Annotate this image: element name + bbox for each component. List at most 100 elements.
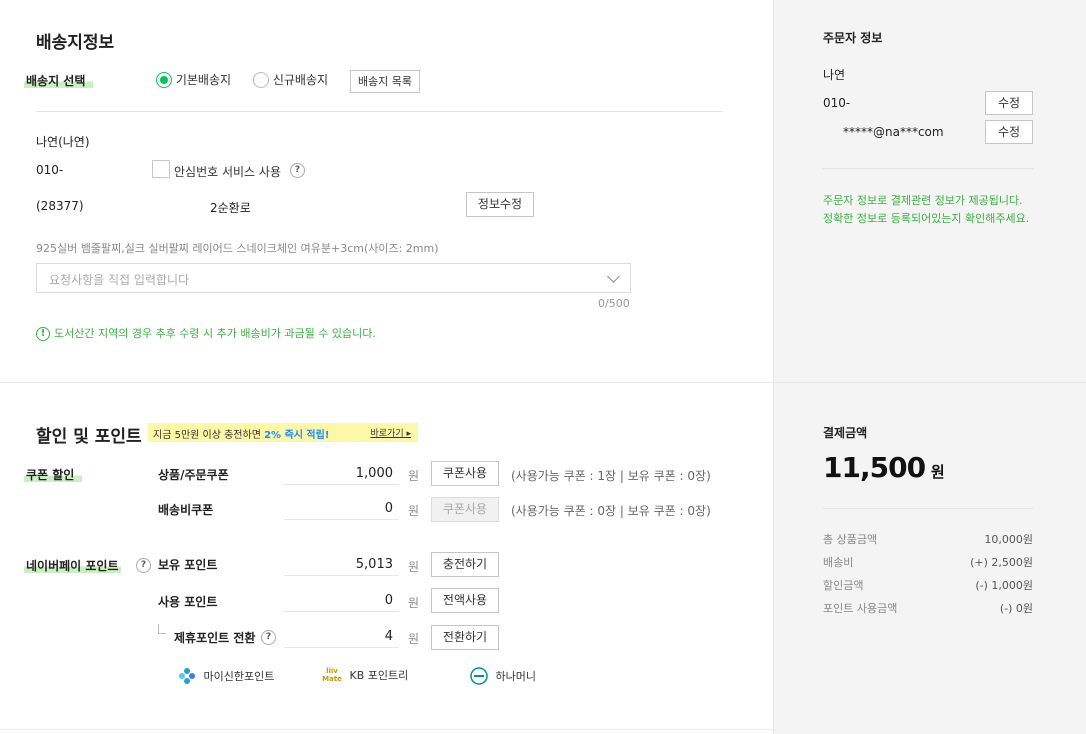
radio-new-icon[interactable] — [253, 71, 269, 88]
npay-label: 네이버페이 포인트 — [24, 559, 121, 573]
shipping-title: 배송지정보 — [36, 33, 115, 53]
partner-shinhan-label: 마이신한포인트 — [203, 670, 275, 683]
orderer-name: 나연 — [823, 68, 846, 82]
charge-points-button[interactable]: 충전하기 — [431, 552, 499, 577]
payment-row-label: 총 상품금액 — [823, 533, 878, 546]
delivery-request-select[interactable]: 요청사항을 직접 입력합니다 — [36, 263, 631, 293]
promo-percent: 2% 즉시 적립! — [264, 430, 330, 441]
kb-logo-icon: liiv Mate — [322, 667, 342, 683]
product-coupon-info: (사용가능 쿠폰 : 1장 | 보유 쿠폰 : 0장) — [511, 469, 711, 483]
held-points-label: 보유 포인트 — [158, 558, 218, 572]
use-all-points-button[interactable]: 전액사용 — [431, 588, 499, 613]
char-count: 0/500 — [598, 297, 630, 310]
won-unit: 원 — [408, 596, 420, 610]
partner-hana-label: 하나머니 — [495, 670, 536, 683]
payment-row-label: 포인트 사용금액 — [823, 602, 898, 615]
payment-row-value: (+) 2,500원 — [970, 556, 1033, 569]
held-points-value: 5,013 — [284, 554, 399, 576]
safe-number-checkbox[interactable] — [152, 160, 170, 178]
radio-default-label: 기본배송지 — [175, 73, 232, 87]
payment-row-value: 10,000원 — [984, 533, 1033, 546]
orderer-title: 주문자 정보 — [823, 31, 883, 45]
discount-title: 할인 및 포인트 — [36, 427, 142, 447]
orderer-note: 주문자 정보로 결제관련 정보가 제공됩니다. 정확한 정보로 등록되어있는지 … — [823, 192, 1029, 228]
shipping-select-label-text: 배송지 선택 — [24, 74, 94, 88]
orderer-email-text: *****@na***com — [843, 125, 944, 139]
orderer-phone-edit-button[interactable]: 수정 — [985, 91, 1033, 115]
payment-row-label: 할인금액 — [823, 579, 864, 592]
won-unit: 원 — [408, 469, 420, 483]
coupon-section-label: 쿠폰 할인 — [24, 466, 83, 483]
partner-points-value: 4 — [284, 626, 399, 648]
side-divider — [774, 382, 1086, 383]
partner-hana[interactable]: 하나머니 — [470, 667, 536, 685]
won-unit: 원 — [408, 560, 420, 574]
orderer-divider — [823, 168, 1033, 169]
payment-row-discount: 할인금액 (-) 1,000원 — [823, 577, 1033, 593]
shipping-select-label: 배송지 선택 — [24, 72, 94, 89]
bottom-divider — [0, 729, 773, 730]
recipient-name: 나연(나연) — [36, 135, 90, 149]
shinhan-logo-icon — [178, 667, 196, 685]
shipping-coupon-info: (사용가능 쿠폰 : 0장 | 보유 쿠폰 : 0장) — [511, 504, 711, 518]
product-coupon-label: 상품/주문쿠폰 — [158, 468, 229, 482]
payment-total: 11,500 원 — [823, 451, 945, 484]
partner-kb[interactable]: liiv Mate KB 포인트리 — [322, 667, 408, 683]
payment-row-product-total: 총 상품금액 10,000원 — [823, 531, 1033, 547]
orderer-note-line-1: 주문자 정보로 결제관련 정보가 제공됩니다. — [823, 194, 1023, 207]
radio-default-shipping[interactable]: 기본배송지 — [156, 71, 231, 88]
promo-banner: 지금 5만원 이상 충전하면 2% 즉시 적립! 바로가기 ▸ — [148, 423, 418, 442]
safe-number-help-icon[interactable]: ? — [290, 163, 305, 178]
side-panel — [773, 0, 1086, 734]
orderer-email: *****@na***com — [823, 125, 944, 139]
payment-row-shipping: 배송비 (+) 2,500원 — [823, 554, 1033, 570]
hana-logo-icon — [470, 667, 488, 685]
won-unit: 원 — [408, 632, 420, 646]
won-unit: 원 — [408, 504, 420, 518]
recipient-phone-text: 010- — [36, 163, 64, 177]
payment-row-value: (-) 1,000원 — [975, 579, 1033, 592]
promo-text: 지금 5만원 이상 충전하면 2% 즉시 적립! — [153, 426, 329, 441]
chevron-down-icon — [607, 270, 620, 283]
recipient-address: 2순환로 — [210, 201, 251, 215]
product-coupon-value: 1,000 — [284, 463, 399, 485]
product-coupon-use-button[interactable]: 쿠폰사용 — [431, 461, 499, 486]
radio-new-label: 신규배송지 — [272, 73, 329, 87]
section-divider — [0, 382, 773, 383]
promo-text-main: 지금 5만원 이상 충전하면 — [153, 430, 265, 441]
use-points-input[interactable]: 0 — [284, 590, 399, 612]
payment-title: 결제금액 — [823, 426, 868, 440]
payment-total-unit: 원 — [930, 463, 945, 481]
payment-row-points: 포인트 사용금액 (-) 0원 — [823, 600, 1033, 616]
payment-total-amount: 11,500 — [823, 451, 926, 484]
product-option-note: 925실버 뱀줄팔찌,실크 실버팔찌 레이어드 스네이크체인 여유분+3cm(사… — [36, 242, 439, 255]
delivery-request-placeholder: 요청사항을 직접 입력합니다 — [49, 273, 190, 287]
shipping-notice-text: 도서산간 지역의 경우 추후 수령 시 추가 배송비가 과금될 수 있습니다. — [54, 327, 376, 340]
recipient-postcode: (28377) — [36, 199, 84, 213]
orderer-note-line-2: 정확한 정보로 등록되어있는지 확인해주세요. — [823, 212, 1030, 225]
orderer-email-edit-button[interactable]: 수정 — [985, 120, 1033, 144]
payment-row-value: (-) 0원 — [999, 602, 1033, 615]
payment-divider — [823, 508, 1033, 509]
convert-points-button[interactable]: 전환하기 — [431, 625, 499, 650]
exclamation-icon: ! — [36, 327, 50, 341]
npay-section-label: 네이버페이 포인트 — [24, 557, 121, 574]
promo-link-text[interactable]: 바로가기 — [370, 429, 403, 439]
use-points-label: 사용 포인트 — [158, 595, 218, 609]
edit-info-button[interactable]: 정보수정 — [466, 192, 534, 217]
partner-shinhan[interactable]: 마이신한포인트 — [178, 667, 274, 685]
promo-link[interactable]: 바로가기 ▸ — [370, 426, 411, 439]
npay-help-icon[interactable]: ? — [136, 558, 151, 573]
radio-new-shipping[interactable]: 신규배송지 — [253, 71, 328, 88]
shipping-list-button[interactable]: 배송지 목록 — [350, 70, 420, 93]
shipping-coupon-use-button[interactable]: 쿠폰사용 — [431, 497, 499, 522]
sub-item-marker — [158, 624, 166, 634]
shipping-coupon-label: 배송비쿠폰 — [158, 503, 214, 517]
safe-number-label: 안심번호 서비스 사용 — [174, 165, 281, 179]
divider — [36, 111, 722, 112]
partner-points-help-icon[interactable]: ? — [261, 630, 276, 645]
partner-points-label: 제휴포인트 전환 — [174, 631, 256, 645]
radio-default-icon[interactable] — [156, 71, 172, 88]
partner-kb-label: KB 포인트리 — [349, 669, 409, 682]
coupon-label: 쿠폰 할인 — [24, 468, 83, 482]
